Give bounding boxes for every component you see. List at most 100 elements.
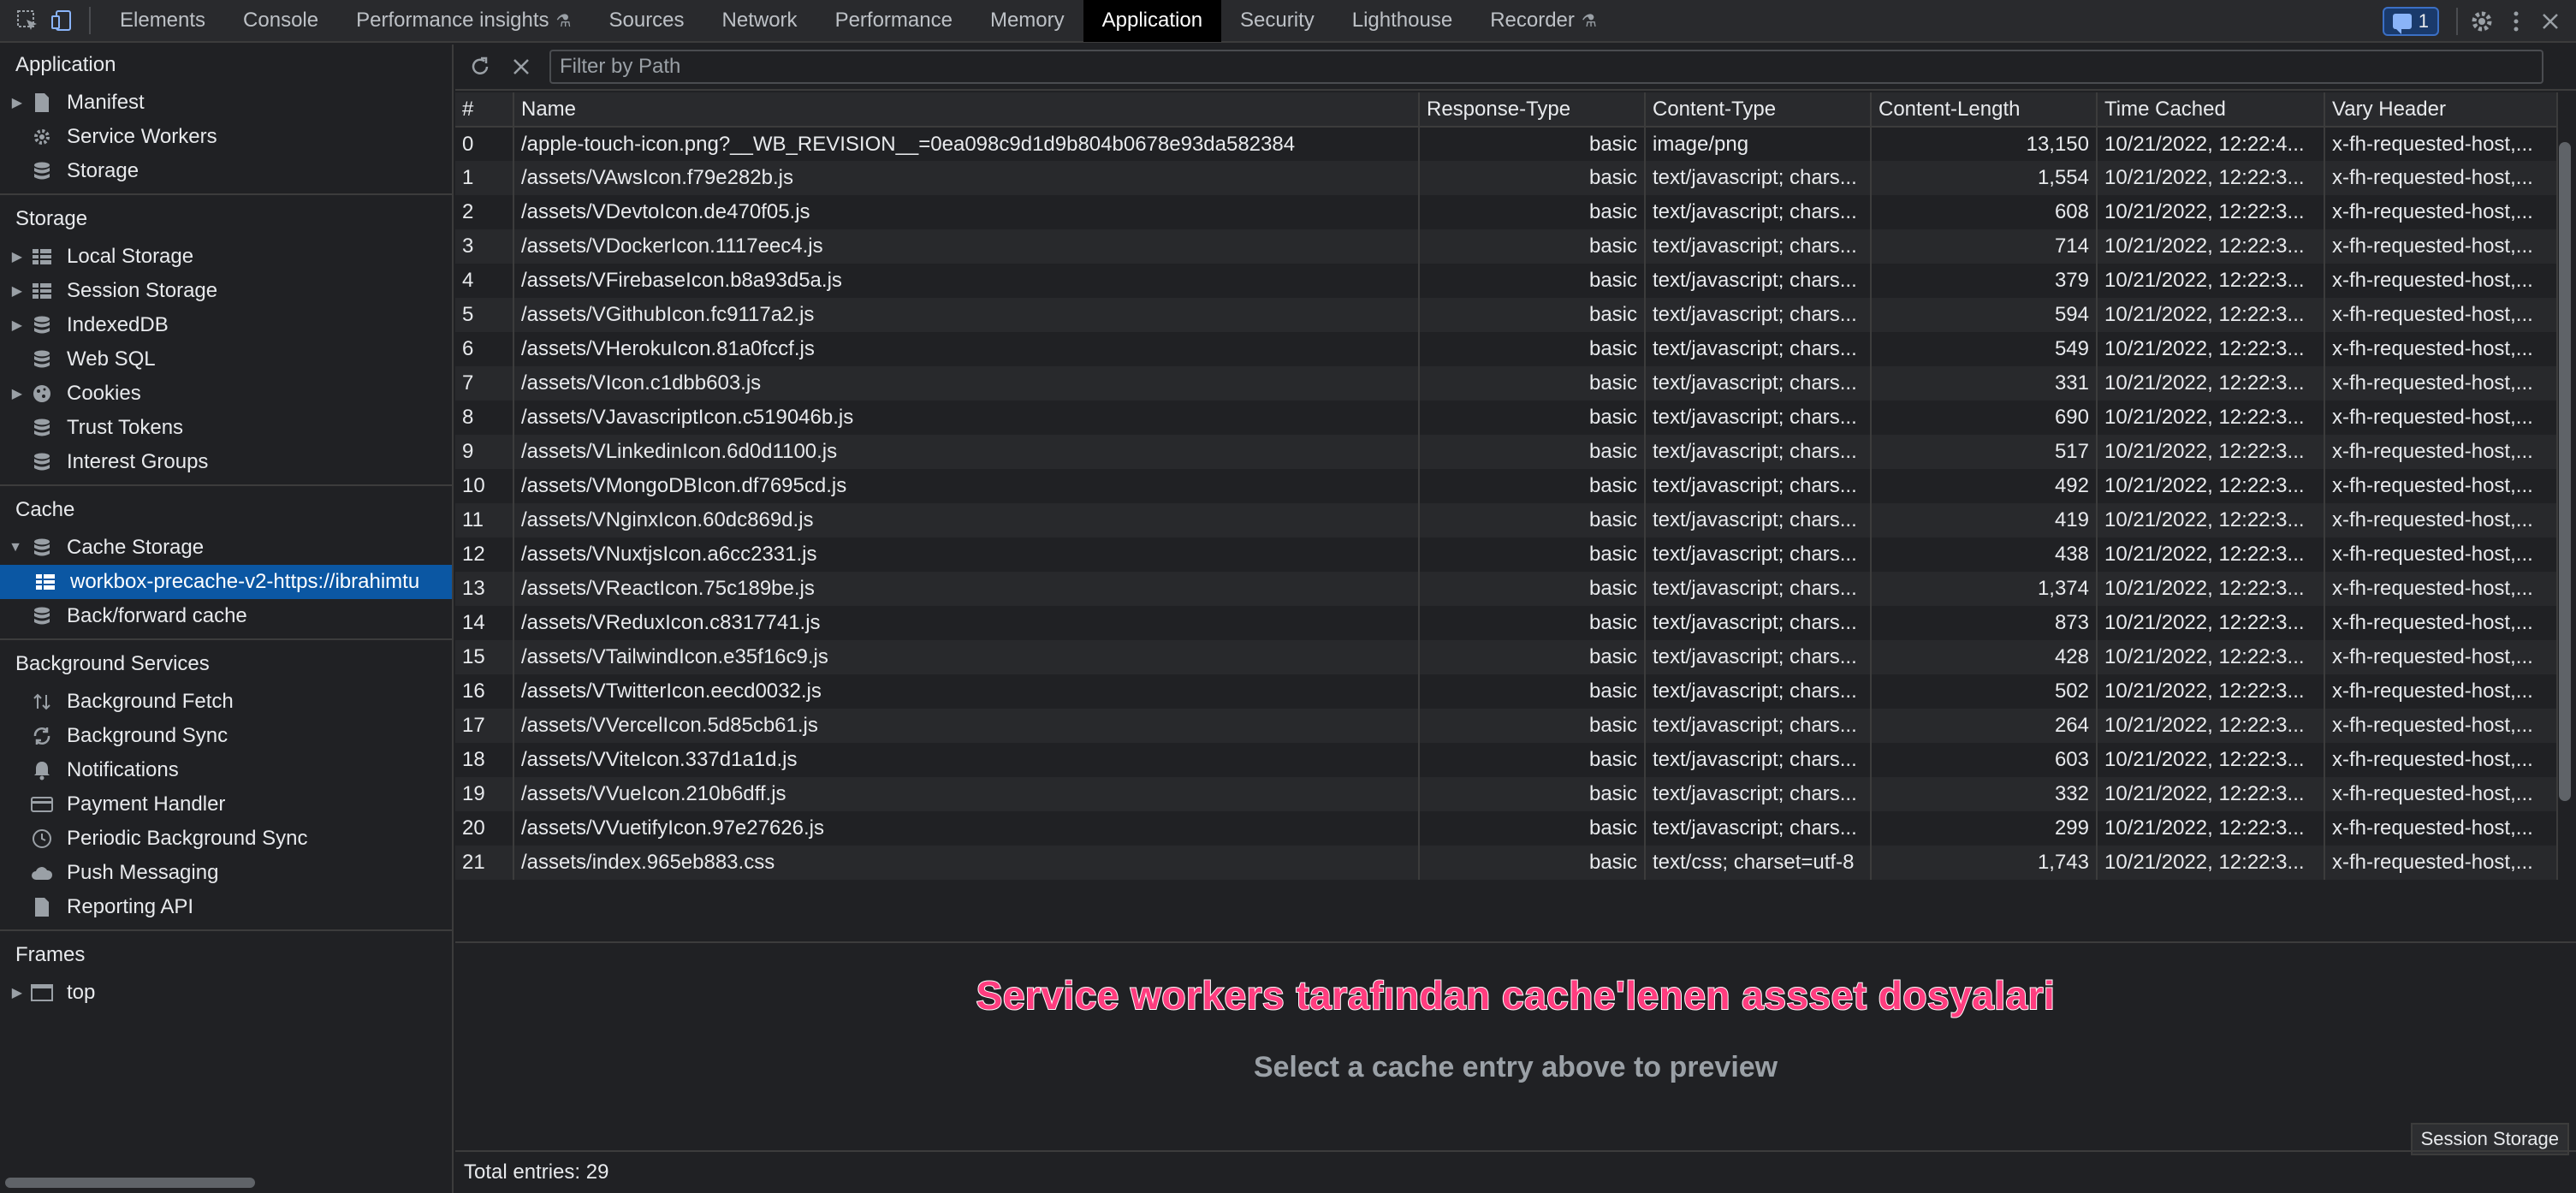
entry-vary-header: x-fh-requested-host,... <box>2324 298 2558 332</box>
filter-by-path-input[interactable] <box>549 50 2543 84</box>
expand-arrow-icon[interactable]: ▶ <box>0 385 29 402</box>
expand-arrow-icon[interactable]: ▶ <box>0 94 29 111</box>
annotation-overlay-text: Service workers tarafından cache'lenen a… <box>976 972 2056 1018</box>
entry-vary-header: x-fh-requested-host,... <box>2324 674 2558 709</box>
tab-performance[interactable]: Performance <box>816 0 971 42</box>
table-row[interactable]: 9/assets/VLinkedinIcon.6d0d1100.js basic t… <box>455 435 2558 469</box>
tab-console[interactable]: Console <box>224 0 337 42</box>
sidebar-item-reporting-api[interactable]: Reporting API <box>0 890 452 924</box>
table-row[interactable]: 18/assets/VViteIcon.337d1a1d.js basic text… <box>455 743 2558 777</box>
tab-sources[interactable]: Sources <box>590 0 703 42</box>
sidebar-item-workbox-precache[interactable]: workbox-precache-v2-https://ibrahimtu <box>0 565 452 599</box>
table-vertical-scrollbar[interactable] <box>2559 142 2571 801</box>
device-toolbar-icon[interactable] <box>45 0 79 42</box>
issues-badge[interactable]: 1 <box>2382 7 2439 36</box>
tab-elements[interactable]: Elements <box>101 0 224 42</box>
database-icon <box>29 449 55 475</box>
sidebar-item-interest-groups[interactable]: Interest Groups <box>0 445 452 479</box>
table-row[interactable]: 10/assets/VMongoDBIcon.df7695cd.js basic t… <box>455 469 2558 503</box>
expand-arrow-icon[interactable]: ▶ <box>0 984 29 1001</box>
table-row[interactable]: 4/assets/VFirebaseIcon.b8a93d5a.js basic t… <box>455 264 2558 298</box>
sidebar-item-background-sync[interactable]: Background Sync <box>0 719 452 753</box>
table-row[interactable]: 20/assets/VVuetifyIcon.97e27626.js basic t… <box>455 811 2558 846</box>
table-row[interactable]: 5/assets/VGithubIcon.fc9117a2.js basic tex… <box>455 298 2558 332</box>
table-row[interactable]: 7/assets/VIcon.c1dbb603.js basic text/java… <box>455 366 2558 401</box>
sidebar-item-cache-storage[interactable]: ▼ Cache Storage <box>0 531 452 565</box>
table-row[interactable]: 13/assets/VReactIcon.75c189be.js basic tex… <box>455 572 2558 606</box>
expand-arrow-icon[interactable]: ▶ <box>0 317 29 334</box>
table-grid-icon <box>33 569 58 595</box>
tab-network[interactable]: Network <box>703 0 816 42</box>
table-row[interactable]: 3/assets/VDockerIcon.1117eec4.js basic tex… <box>455 229 2558 264</box>
close-icon[interactable] <box>2533 0 2567 43</box>
entry-index: 8 <box>455 401 514 435</box>
table-row[interactable]: 11/assets/VNginxIcon.60dc869d.js basic tex… <box>455 503 2558 537</box>
sidebar-item-storage[interactable]: Storage <box>0 154 452 188</box>
column-header-response-type[interactable]: Response-Type <box>1419 92 1646 128</box>
table-row[interactable]: 19/assets/VVueIcon.210b6dff.js basic text/… <box>455 777 2558 811</box>
table-row[interactable]: 0/apple-touch-icon.png?__WB_REVISION__=0… <box>455 127 2558 161</box>
tab-recorder[interactable]: Recorder ⚗ <box>1471 0 1616 42</box>
entry-vary-header: x-fh-requested-host,... <box>2324 743 2558 777</box>
tab-security[interactable]: Security <box>1221 0 1333 42</box>
inspect-element-icon[interactable] <box>10 0 45 42</box>
table-row[interactable]: 16/assets/VTwitterIcon.eecd0032.js basic t… <box>455 674 2558 709</box>
entry-time-cached: 10/21/2022, 12:22:3... <box>2097 709 2325 743</box>
collapse-arrow-icon[interactable]: ▼ <box>0 540 29 555</box>
more-options-icon[interactable] <box>2499 0 2533 43</box>
entry-vary-header: x-fh-requested-host,... <box>2324 537 2558 572</box>
tab-performance-insights[interactable]: Performance insights ⚗ <box>337 0 590 42</box>
entry-index: 17 <box>455 709 514 743</box>
tab-memory[interactable]: Memory <box>971 0 1083 42</box>
sidebar-item-trust-tokens[interactable]: Trust Tokens <box>0 411 452 445</box>
refresh-icon[interactable] <box>467 54 493 80</box>
sidebar-item-session-storage[interactable]: ▶ Session Storage <box>0 274 452 308</box>
entry-content-type: text/javascript; chars... <box>1645 811 1872 846</box>
expand-arrow-icon[interactable]: ▶ <box>0 248 29 265</box>
expand-arrow-icon[interactable]: ▶ <box>0 282 29 300</box>
table-row[interactable]: 12/assets/VNuxtjsIcon.a6cc2331.js basic te… <box>455 537 2558 572</box>
sidebar-horizontal-scrollbar[interactable] <box>5 1178 255 1188</box>
table-row[interactable]: 1/assets/VAwsIcon.f79e282b.js basic text/j… <box>455 161 2558 195</box>
tab-label: Memory <box>989 9 1065 32</box>
entry-time-cached: 10/21/2022, 12:22:3... <box>2097 572 2325 606</box>
column-header-content-length[interactable]: Content-Length <box>1871 92 2098 128</box>
sidebar-item-manifest[interactable]: ▶ Manifest <box>0 86 452 120</box>
delete-clear-icon[interactable] <box>508 54 534 80</box>
settings-gear-icon[interactable] <box>2465 0 2499 43</box>
entry-name: /assets/VVuetifyIcon.97e27626.js <box>513 811 1420 846</box>
table-row[interactable]: 6/assets/VHerokuIcon.81a0fccf.js basic tex… <box>455 332 2558 366</box>
section-title-application: Application <box>15 53 116 76</box>
sidebar-item-cookies[interactable]: ▶ Cookies <box>0 377 452 411</box>
entry-index: 20 <box>455 811 514 846</box>
tab-application[interactable]: Application <box>1083 0 1222 42</box>
sidebar-item-notifications[interactable]: Notifications <box>0 753 452 787</box>
sidebar-item-background-fetch[interactable]: Background Fetch <box>0 685 452 719</box>
table-row[interactable]: 17/assets/VVercelIcon.5d85cb61.js basic te… <box>455 709 2558 743</box>
sidebar-item-label: Web SQL <box>67 347 156 371</box>
entry-response-type: basic <box>1419 572 1646 606</box>
sidebar-item-indexeddb[interactable]: ▶ IndexedDB <box>0 308 452 342</box>
sidebar-item-push-messaging[interactable]: Push Messaging <box>0 856 452 890</box>
column-header-name[interactable]: Name <box>513 92 1420 128</box>
column-header-time-cached[interactable]: Time Cached <box>2097 92 2325 128</box>
column-header-content-type[interactable]: Content-Type <box>1645 92 1872 128</box>
column-header-index[interactable]: # <box>455 92 514 128</box>
sidebar-item-service-workers[interactable]: Service Workers <box>0 120 452 154</box>
entry-vary-header: x-fh-requested-host,... <box>2324 332 2558 366</box>
table-row[interactable]: 2/assets/VDevtoIcon.de470f05.js basic text… <box>455 195 2558 229</box>
table-row[interactable]: 14/assets/VReduxIcon.c8317741.js basic tex… <box>455 606 2558 640</box>
section-divider <box>0 193 452 195</box>
table-row[interactable]: 8/assets/VJavascriptIcon.c519046b.js basi… <box>455 401 2558 435</box>
sidebar-item-web-sql[interactable]: Web SQL <box>0 342 452 377</box>
tab-lighthouse[interactable]: Lighthouse <box>1333 0 1471 42</box>
sidebar-item-local-storage[interactable]: ▶ Local Storage <box>0 240 452 274</box>
sidebar-item-periodic-background-sync[interactable]: Periodic Background Sync <box>0 822 452 856</box>
sidebar-item-frame-top[interactable]: ▶ top <box>0 976 452 1010</box>
table-row[interactable]: 15/assets/VTailwindIcon.e35f16c9.js basic… <box>455 640 2558 674</box>
column-header-vary-header[interactable]: Vary Header <box>2324 92 2558 128</box>
entry-time-cached: 10/21/2022, 12:22:3... <box>2097 195 2325 229</box>
sidebar-item-payment-handler[interactable]: Payment Handler <box>0 787 452 822</box>
sidebar-item-back-forward-cache[interactable]: Back/forward cache <box>0 599 452 633</box>
table-row[interactable]: 21/assets/index.965eb883.css basic text/cs… <box>455 846 2558 880</box>
